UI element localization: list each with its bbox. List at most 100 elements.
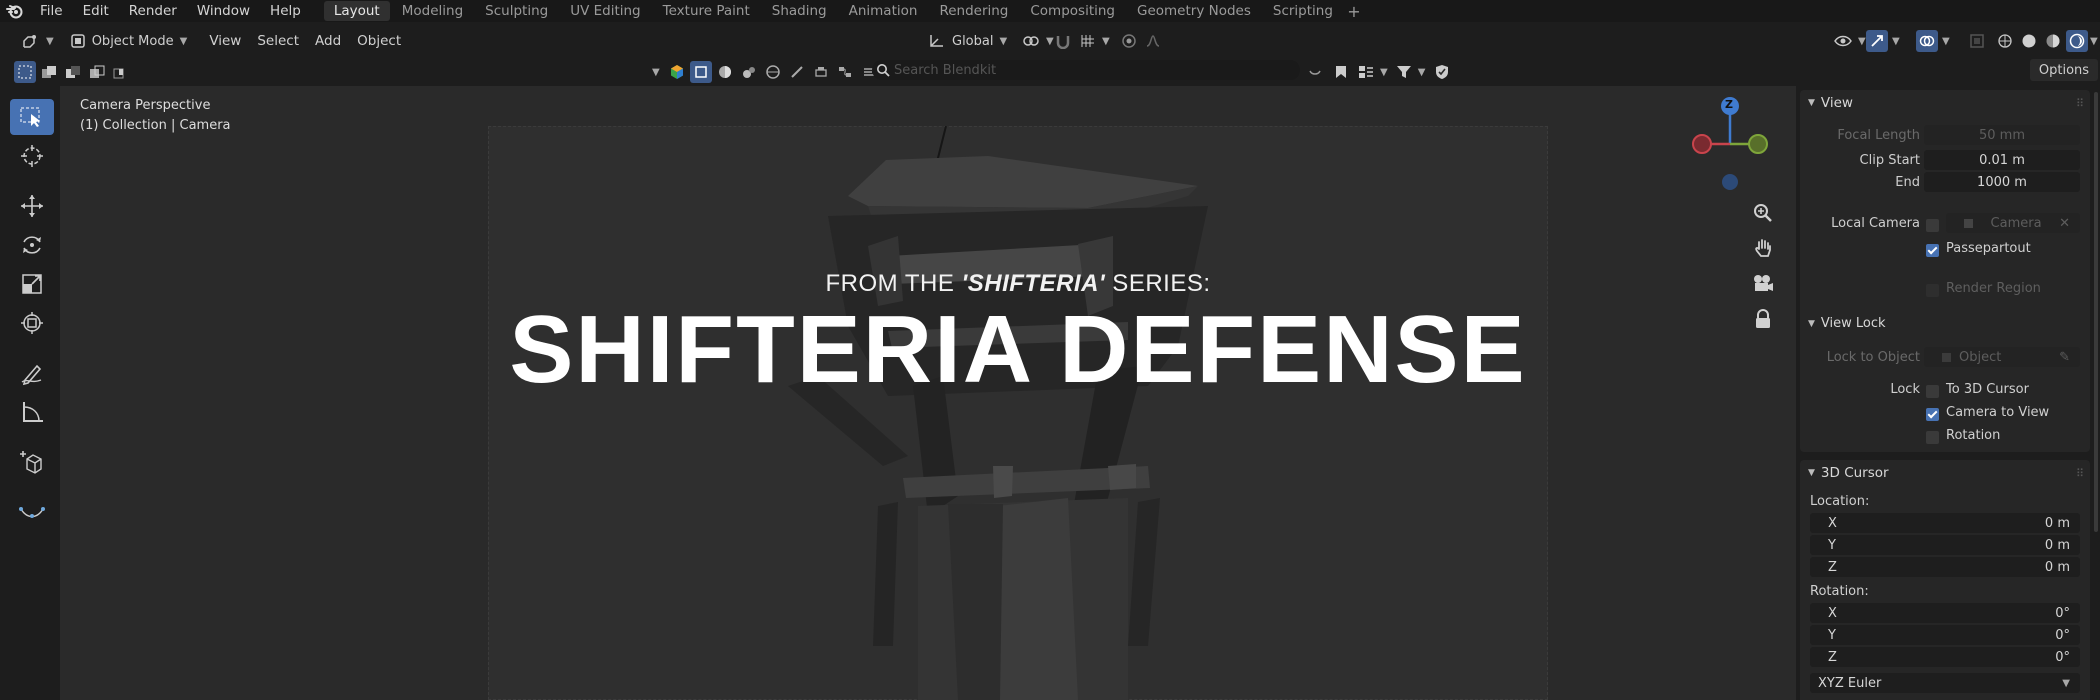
lock-icon[interactable] [1750, 306, 1776, 332]
tab-rendering[interactable]: Rendering [929, 1, 1018, 21]
snap-target-dropdown[interactable]: ▼ [1072, 30, 1118, 52]
select-box-tool-icon[interactable] [10, 99, 54, 135]
transform-tool-icon[interactable] [10, 305, 54, 341]
curve-tool-icon[interactable] [10, 494, 54, 530]
tab-modeling[interactable]: Modeling [392, 1, 473, 21]
asset-type-brush-icon[interactable] [786, 61, 808, 83]
snap-icon[interactable] [1052, 30, 1074, 52]
clip-end-field[interactable]: 1000 m [1924, 172, 2080, 192]
lock-to-3d-cursor-checkbox[interactable] [1926, 385, 1939, 398]
drag-handle-icon[interactable]: ⠿ [2076, 467, 2084, 480]
menu-select[interactable]: Select [249, 30, 307, 52]
asset-type-hdr-icon[interactable] [762, 61, 784, 83]
select-subtract-icon[interactable] [62, 61, 84, 83]
proportional-editing-icon[interactable] [1118, 30, 1140, 52]
3d-cursor-panel-header[interactable]: ▼ 3D Cursor ⠿ [1800, 460, 2090, 486]
chevron-down-icon[interactable]: ▼ [2090, 36, 2098, 47]
navigation-gizmo[interactable]: Z [1690, 94, 1774, 198]
menu-render[interactable]: Render [119, 0, 187, 22]
cursor-tool-icon[interactable] [10, 138, 54, 174]
select-new-icon[interactable] [14, 61, 36, 83]
menu-edit[interactable]: Edit [73, 0, 119, 22]
sidebar-scrollbar[interactable] [2094, 92, 2098, 532]
chevron-down-icon[interactable]: ▼ [1942, 36, 1950, 47]
search-history-icon[interactable] [1304, 61, 1326, 83]
select-intersect-icon[interactable] [110, 61, 132, 83]
select-extend-icon[interactable] [38, 61, 60, 83]
annotate-tool-icon[interactable] [10, 355, 54, 391]
add-cube-tool-icon[interactable] [10, 444, 54, 480]
menu-view[interactable]: View [201, 30, 249, 52]
tab-shading[interactable]: Shading [762, 1, 837, 21]
local-camera-checkbox[interactable] [1926, 219, 1939, 232]
rotation-mode-dropdown[interactable]: XYZ Euler ▼ [1810, 673, 2080, 693]
blendkit-logo-icon[interactable] [666, 61, 688, 83]
shield-icon[interactable] [1431, 61, 1453, 83]
passepartout-checkbox[interactable] [1926, 244, 1939, 257]
falloff-icon[interactable] [1142, 30, 1164, 52]
rotation-x-field[interactable]: X 0° [1810, 603, 2080, 623]
local-camera-field[interactable]: Camera ✕ [1946, 213, 2080, 233]
lock-to-object-field[interactable]: Object ✎ [1924, 347, 2080, 367]
hand-pan-icon[interactable] [1750, 235, 1776, 261]
bookmark-icon[interactable] [1330, 61, 1352, 83]
move-tool-icon[interactable] [10, 188, 54, 224]
tab-texture-paint[interactable]: Texture Paint [653, 1, 760, 21]
eyedropper-icon[interactable]: ✎ [2059, 350, 2070, 365]
sort-dropdown[interactable]: ▼ [1356, 61, 1390, 83]
focal-length-field[interactable]: 50 mm [1924, 125, 2080, 145]
filter-dropdown[interactable]: ▼ [1394, 61, 1428, 83]
xray-toggle-icon[interactable] [1966, 30, 1988, 52]
asset-type-nodegroup-icon[interactable] [834, 61, 856, 83]
drag-handle-icon[interactable]: ⠿ [2076, 97, 2084, 110]
menu-window[interactable]: Window [187, 0, 260, 22]
chevron-down-icon[interactable]: ▼ [1892, 36, 1900, 47]
tab-animation[interactable]: Animation [839, 1, 928, 21]
editor-type-dropdown[interactable]: ▼ [14, 30, 62, 52]
close-icon[interactable]: ✕ [2059, 216, 2070, 231]
material-shading-icon[interactable] [2042, 30, 2064, 52]
mode-dropdown[interactable]: Object Mode ▼ [62, 30, 196, 52]
camera-view-icon[interactable] [1750, 270, 1776, 296]
location-x-field[interactable]: X 0 m [1810, 513, 2080, 533]
tab-scripting[interactable]: Scripting [1263, 1, 1343, 21]
tab-sculpting[interactable]: Sculpting [475, 1, 558, 21]
clip-start-field[interactable]: 0.01 m [1924, 150, 2080, 170]
tab-geometry-nodes[interactable]: Geometry Nodes [1127, 1, 1261, 21]
asset-type-scene-icon[interactable] [738, 61, 760, 83]
menu-object[interactable]: Object [349, 30, 409, 52]
select-invert-icon[interactable] [86, 61, 108, 83]
tab-layout[interactable]: Layout [323, 1, 390, 21]
render-region-checkbox[interactable] [1926, 284, 1939, 297]
asset-type-material-icon[interactable] [714, 61, 736, 83]
measure-tool-icon[interactable] [10, 394, 54, 430]
location-z-field[interactable]: Z 0 m [1810, 557, 2080, 577]
menu-add[interactable]: Add [307, 30, 349, 52]
overlays-toggle-icon[interactable] [1916, 30, 1938, 52]
rotation-y-field[interactable]: Y 0° [1810, 625, 2080, 645]
gizmo-toggle-icon[interactable] [1866, 30, 1888, 52]
asset-type-printable-icon[interactable] [810, 61, 832, 83]
search-input[interactable]: Search Blendkit [872, 60, 1300, 80]
asset-type-model-icon[interactable] [690, 61, 712, 83]
rendered-shading-icon[interactable] [2066, 30, 2088, 52]
zoom-icon[interactable] [1750, 200, 1776, 226]
scale-tool-icon[interactable] [10, 266, 54, 302]
transform-orientation-dropdown[interactable]: Global ▼ [920, 30, 1015, 52]
view-panel-header[interactable]: ▼ View ⠿ [1800, 90, 2090, 116]
solid-shading-icon[interactable] [2018, 30, 2040, 52]
lock-rotation-checkbox[interactable] [1926, 431, 1939, 444]
view-lock-header[interactable]: ▼ View Lock [1808, 316, 1886, 331]
blender-logo-icon[interactable] [0, 0, 30, 22]
location-y-field[interactable]: Y 0 m [1810, 535, 2080, 555]
menu-help[interactable]: Help [260, 0, 311, 22]
chevron-down-icon[interactable]: ▼ [652, 67, 664, 78]
menu-file[interactable]: File [30, 0, 73, 22]
rotation-z-field[interactable]: Z 0° [1810, 647, 2080, 667]
camera-to-view-checkbox[interactable] [1926, 408, 1939, 421]
tab-compositing[interactable]: Compositing [1020, 1, 1125, 21]
add-workspace-icon[interactable]: + [1344, 2, 1364, 21]
wireframe-shading-icon[interactable] [1994, 30, 2016, 52]
tab-uv-editing[interactable]: UV Editing [560, 1, 650, 21]
options-button[interactable]: Options [2030, 59, 2098, 81]
